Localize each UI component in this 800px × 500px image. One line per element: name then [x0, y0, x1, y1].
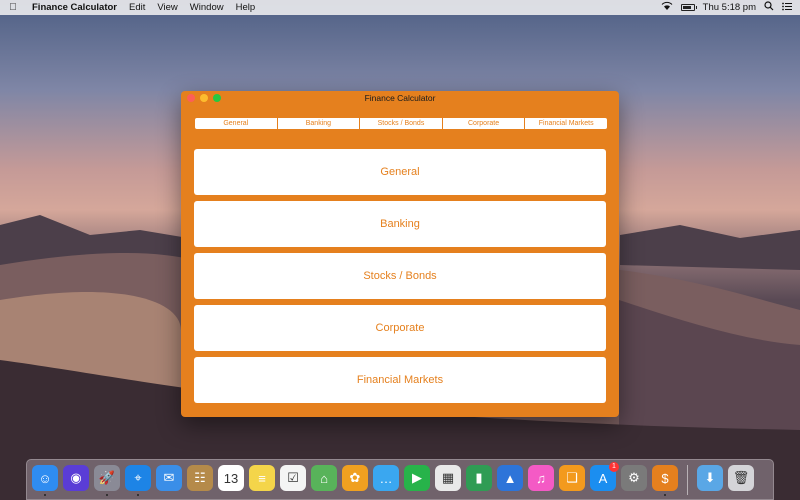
- reminders-icon-glyph: ☑: [287, 470, 299, 485]
- general-button[interactable]: General: [194, 149, 606, 195]
- wifi-icon[interactable]: [661, 1, 673, 14]
- segment-corporate[interactable]: Corporate: [443, 118, 526, 129]
- menu-bar:  Finance Calculator Edit View Window He…: [0, 0, 800, 15]
- apple-icon[interactable]: : [0, 2, 26, 13]
- system-preferences-icon-glyph: ⚙: [628, 470, 640, 485]
- finance-calculator-icon[interactable]: $: [652, 465, 678, 496]
- running-indicator: [106, 494, 108, 496]
- launchpad-icon-glyph: 🚀: [98, 470, 116, 485]
- finder-icon-glyph: ☺: [38, 470, 52, 486]
- trash-icon[interactable]: 🗑: [728, 465, 754, 491]
- numbers-icon[interactable]: ▮: [466, 465, 492, 491]
- dock-app-icons: ☺ ◉ 🚀 ⌖ ✉ ☷ 13 ≡ ☑ ⌂ ✿ … ▶ ▦ ▮ ▲ ♫ ❑ A 1 ⚙ $ ⬇ 🗑: [32, 462, 754, 496]
- siri-icon-glyph: ◉: [70, 470, 82, 485]
- notification-center-icon[interactable]: [782, 2, 792, 14]
- battery-icon[interactable]: [680, 4, 697, 11]
- contacts-icon[interactable]: ☷: [187, 465, 213, 491]
- maps-icon[interactable]: ⌂: [311, 465, 337, 491]
- segment-general[interactable]: General: [195, 118, 278, 129]
- messages-icon-glyph: …: [379, 470, 393, 486]
- calendar-icon-glyph: 13: [223, 470, 239, 486]
- siri-icon[interactable]: ◉: [63, 465, 89, 491]
- dock: ☺ ◉ 🚀 ⌖ ✉ ☷ 13 ≡ ☑ ⌂ ✿ … ▶ ▦ ▮ ▲ ♫ ❑ A 1 ⚙ $ ⬇ 🗑: [26, 459, 774, 500]
- finder-icon[interactable]: ☺: [32, 465, 58, 496]
- keynote-slide-icon[interactable]: ▦: [435, 465, 461, 491]
- downloads-folder-icon-glyph: ⬇: [704, 470, 716, 485]
- books-icon[interactable]: ❑: [559, 465, 585, 491]
- itunes-icon[interactable]: ♫: [528, 465, 554, 491]
- itunes-icon-glyph: ♫: [536, 470, 546, 486]
- stocks-bonds-button[interactable]: Stocks / Bonds: [194, 253, 606, 299]
- status-area: Thu 5:18 pm: [661, 1, 800, 14]
- system-preferences-icon[interactable]: ⚙: [621, 465, 647, 491]
- contacts-icon-glyph: ☷: [194, 470, 206, 485]
- menu-window[interactable]: Window: [184, 2, 230, 13]
- downloads-folder-icon[interactable]: ⬇: [697, 465, 723, 491]
- app-store-icon[interactable]: A1: [590, 462, 619, 491]
- trash-icon-glyph: 🗑: [732, 470, 750, 485]
- finance-calculator-icon-glyph: $: [661, 470, 669, 486]
- messages-icon[interactable]: …: [373, 465, 399, 491]
- keynote-icon-glyph: ▲: [503, 470, 517, 486]
- finance-calculator-window: Finance Calculator General Banking Stock…: [181, 91, 619, 417]
- title-bar[interactable]: Finance Calculator: [181, 91, 619, 105]
- mail-icon[interactable]: ✉: [156, 465, 182, 491]
- segment-stocks-bonds[interactable]: Stocks / Bonds: [360, 118, 443, 129]
- running-indicator: [137, 494, 139, 496]
- notes-icon-glyph: ≡: [258, 470, 266, 486]
- photos-icon-glyph: ✿: [349, 470, 361, 485]
- segment-financial-markets[interactable]: Financial Markets: [525, 118, 607, 129]
- running-indicator: [664, 494, 666, 496]
- launchpad-icon[interactable]: 🚀: [94, 465, 120, 496]
- notes-icon[interactable]: ≡: [249, 465, 275, 491]
- category-segmented-control: General Banking Stocks / Bonds Corporate…: [195, 118, 607, 129]
- dock-separator: [687, 465, 688, 495]
- keynote-slide-icon-glyph: ▦: [441, 470, 455, 485]
- banking-button[interactable]: Banking: [194, 201, 606, 247]
- segment-banking[interactable]: Banking: [278, 118, 361, 129]
- facetime-icon-glyph: ▶: [412, 470, 422, 485]
- running-indicator: [44, 494, 46, 496]
- keynote-icon[interactable]: ▲: [497, 465, 523, 491]
- window-title: Finance Calculator: [364, 93, 436, 103]
- maps-icon-glyph: ⌂: [320, 470, 328, 486]
- calendar-icon[interactable]: 13: [218, 465, 244, 491]
- photos-icon[interactable]: ✿: [342, 465, 368, 491]
- financial-markets-button[interactable]: Financial Markets: [194, 357, 606, 403]
- books-icon-glyph: ❑: [566, 470, 578, 485]
- mail-icon-glyph: ✉: [163, 470, 175, 485]
- menu-view[interactable]: View: [151, 2, 183, 13]
- clock[interactable]: Thu 5:18 pm: [703, 2, 756, 13]
- app-store-icon-glyph: A: [598, 470, 608, 486]
- spotlight-search-icon[interactable]: [764, 1, 774, 14]
- reminders-icon[interactable]: ☑: [280, 465, 306, 491]
- safari-icon-glyph: ⌖: [134, 470, 142, 485]
- safari-icon[interactable]: ⌖: [125, 465, 151, 496]
- menu-help[interactable]: Help: [230, 2, 262, 13]
- corporate-button[interactable]: Corporate: [194, 305, 606, 351]
- menu-app-name[interactable]: Finance Calculator: [26, 2, 123, 13]
- menu-edit[interactable]: Edit: [123, 2, 151, 13]
- notification-badge: 1: [609, 462, 619, 472]
- facetime-icon[interactable]: ▶: [404, 465, 430, 491]
- category-button-list: General Banking Stocks / Bonds Corporate…: [194, 149, 606, 409]
- numbers-icon-glyph: ▮: [475, 470, 483, 485]
